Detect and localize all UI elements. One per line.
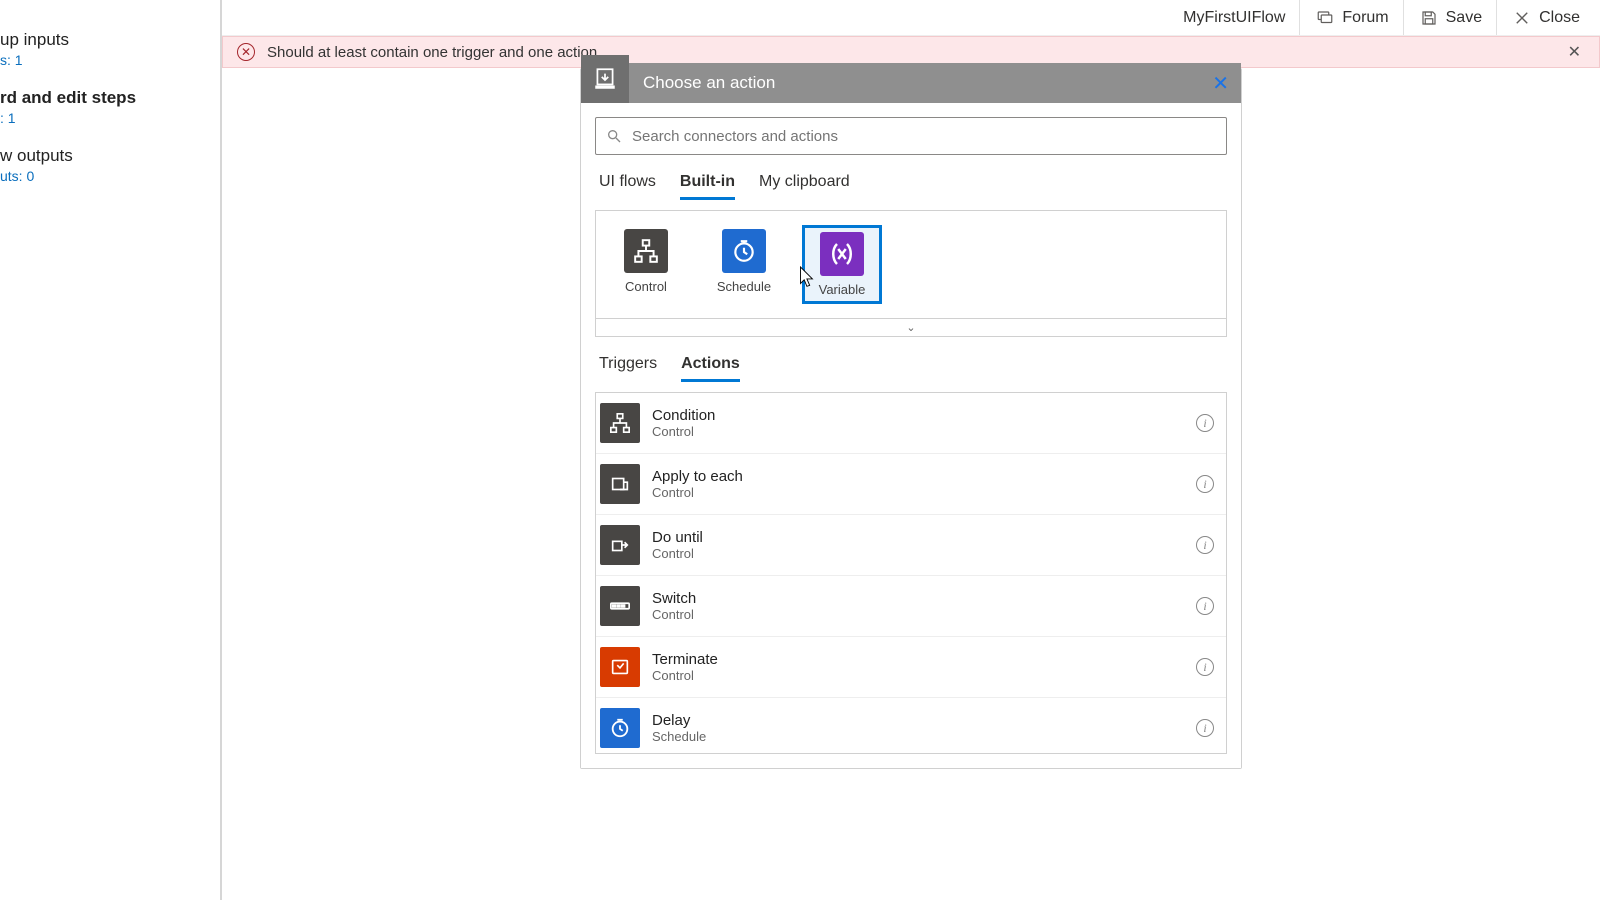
connector-label: Variable <box>809 282 875 297</box>
sidebar-item-steps[interactable]: rd and edit steps : 1 <box>0 88 220 126</box>
connector-label: Control <box>610 279 682 294</box>
action-icon <box>600 403 640 443</box>
action-category: Control <box>652 546 1184 561</box>
tab-actions[interactable]: Actions <box>681 355 740 382</box>
forum-button[interactable]: Forum <box>1302 0 1403 35</box>
action-category: Control <box>652 424 1184 439</box>
close-button[interactable]: Close <box>1499 0 1594 35</box>
error-icon: ✕ <box>237 43 255 61</box>
action-icon <box>600 647 640 687</box>
action-item[interactable]: TerminateControl i <box>596 637 1226 698</box>
action-name: Apply to each <box>652 468 1184 485</box>
connector-expand[interactable]: ⌄ <box>595 319 1227 337</box>
main-area: MyFirstUIFlow Forum Save Close ✕ Should … <box>222 0 1600 900</box>
tab-my-clipboard[interactable]: My clipboard <box>759 173 850 200</box>
tab-ui-flows[interactable]: UI flows <box>599 173 656 200</box>
action-item[interactable]: Apply to eachControl i <box>596 454 1226 515</box>
flow-name[interactable]: MyFirstUIFlow <box>1169 0 1300 35</box>
action-list[interactable]: ConditionControliApply to eachControliDo… <box>595 392 1227 754</box>
connector-label: Schedule <box>708 279 780 294</box>
variable-icon <box>820 232 864 276</box>
info-icon[interactable]: i <box>1196 475 1214 493</box>
action-item[interactable]: DelaySchedule i <box>596 698 1226 754</box>
connector-grid: Control Schedule Variable <box>595 210 1227 319</box>
top-toolbar: MyFirstUIFlow Forum Save Close <box>222 0 1600 36</box>
action-name: Terminate <box>652 651 1184 668</box>
tab-triggers[interactable]: Triggers <box>599 355 657 382</box>
action-category: Control <box>652 485 1184 500</box>
info-icon[interactable]: i <box>1196 536 1214 554</box>
panel-header: Choose an action ✕ <box>581 63 1241 103</box>
action-category: Schedule <box>652 729 1184 744</box>
save-icon <box>1420 9 1438 27</box>
action-item[interactable]: Do untilControl i <box>596 515 1226 576</box>
close-icon <box>1513 9 1531 27</box>
canvas[interactable]: ✕ Should at least contain one trigger an… <box>222 36 1600 900</box>
control-icon <box>624 229 668 273</box>
sidebar-item-sub: : 1 <box>0 110 220 126</box>
sidebar-item-title: w outputs <box>0 146 220 166</box>
action-name: Switch <box>652 590 1184 607</box>
save-button[interactable]: Save <box>1406 0 1497 35</box>
search-icon <box>606 128 622 144</box>
search-box[interactable] <box>595 117 1227 155</box>
sidebar-item-title: rd and edit steps <box>0 88 220 108</box>
error-dismiss[interactable]: ✕ <box>1568 42 1581 62</box>
connector-schedule[interactable]: Schedule <box>704 225 784 304</box>
connector-control[interactable]: Control <box>606 225 686 304</box>
lower-tabs: Triggers Actions <box>595 355 1227 382</box>
action-name: Condition <box>652 407 1184 424</box>
action-icon <box>600 586 640 626</box>
panel-title: Choose an action <box>629 73 1212 93</box>
left-sidebar: up inputs s: 1 rd and edit steps : 1 w o… <box>0 0 222 900</box>
connector-tabs: UI flows Built-in My clipboard <box>595 173 1227 200</box>
action-icon <box>600 525 640 565</box>
action-name: Do until <box>652 529 1184 546</box>
schedule-icon <box>722 229 766 273</box>
tab-built-in[interactable]: Built-in <box>680 173 735 200</box>
panel-close[interactable]: ✕ <box>1212 71 1229 96</box>
info-icon[interactable]: i <box>1196 414 1214 432</box>
action-item[interactable]: ConditionControl i <box>596 393 1226 454</box>
action-item[interactable]: SwitchControl i <box>596 576 1226 637</box>
sidebar-item-outputs[interactable]: w outputs uts: 0 <box>0 146 220 184</box>
info-icon[interactable]: i <box>1196 719 1214 737</box>
panel-header-icon <box>581 55 629 103</box>
action-icon <box>600 464 640 504</box>
action-icon <box>600 708 640 748</box>
info-icon[interactable]: i <box>1196 597 1214 615</box>
action-category: Control <box>652 668 1184 683</box>
forum-icon <box>1316 9 1334 27</box>
sidebar-item-inputs[interactable]: up inputs s: 1 <box>0 30 220 68</box>
sidebar-item-sub: uts: 0 <box>0 168 220 184</box>
action-name: Delay <box>652 712 1184 729</box>
info-icon[interactable]: i <box>1196 658 1214 676</box>
search-input[interactable] <box>632 128 1216 145</box>
sidebar-item-sub: s: 1 <box>0 52 220 68</box>
sidebar-item-title: up inputs <box>0 30 220 50</box>
action-picker-panel: Choose an action ✕ UI flows Built-in My … <box>580 68 1242 769</box>
error-text: Should at least contain one trigger and … <box>267 44 597 61</box>
connector-variable[interactable]: Variable <box>802 225 882 304</box>
action-category: Control <box>652 607 1184 622</box>
